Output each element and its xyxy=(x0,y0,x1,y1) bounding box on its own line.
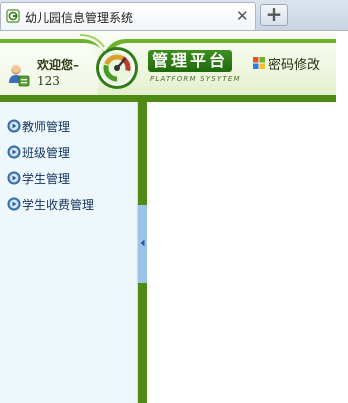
browser-tab-strip: 幼儿园信息管理系统 ✕ + xyxy=(0,0,348,31)
change-password-label: 密码修改 xyxy=(268,57,321,73)
page-favicon-icon xyxy=(6,9,20,23)
browser-tab-title: 幼儿园信息管理系统 xyxy=(25,11,134,25)
current-username: 123 xyxy=(37,74,60,88)
menu-item-label: 教师管理 xyxy=(22,119,71,134)
tab-close-icon[interactable]: ✕ xyxy=(236,7,249,25)
header-divider xyxy=(0,95,348,102)
play-circle-icon xyxy=(7,145,21,159)
menu-item-student-fees[interactable]: 学生收费管理 xyxy=(7,195,94,213)
menu-item-label: 学生收费管理 xyxy=(22,197,95,212)
play-circle-icon xyxy=(7,171,21,185)
menu-item-label: 学生管理 xyxy=(22,171,71,186)
new-tab-button[interactable]: + xyxy=(260,4,288,26)
welcome-label: 欢迎您– xyxy=(37,58,80,72)
platform-subtitle: PLATFORM SYSYTEM xyxy=(150,75,241,83)
browser-tab[interactable]: 幼儿园信息管理系统 ✕ xyxy=(0,2,256,30)
menu-item-label: 班级管理 xyxy=(22,145,71,160)
menu-item-teacher[interactable]: 教师管理 xyxy=(7,117,70,135)
change-password-link[interactable]: 密码修改 xyxy=(252,53,320,73)
main-content-area xyxy=(147,102,336,403)
platform-title: 管理平台 xyxy=(148,50,232,72)
play-circle-icon xyxy=(7,197,21,211)
chevron-left-icon xyxy=(140,239,145,247)
menu-item-student[interactable]: 学生管理 xyxy=(7,169,70,187)
windows-logo-icon xyxy=(253,57,265,69)
user-icon xyxy=(9,65,30,87)
play-circle-icon xyxy=(7,119,21,133)
window-right-edge xyxy=(336,31,348,403)
gauge-logo-icon xyxy=(96,47,138,89)
sidebar-menu: 教师管理 班级管理 学生管理 学生收费管理 xyxy=(0,102,138,403)
menu-item-class[interactable]: 班级管理 xyxy=(7,143,70,161)
